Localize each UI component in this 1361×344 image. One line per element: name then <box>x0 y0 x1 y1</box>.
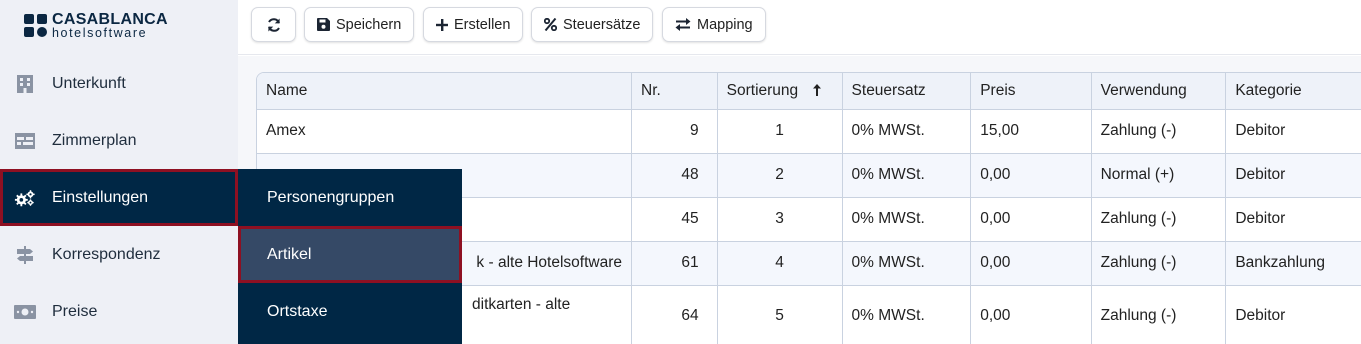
cell-nr: 61 <box>631 241 718 286</box>
save-button[interactable]: Speichern <box>304 7 415 42</box>
cell-price: 0,00 <box>970 197 1092 242</box>
sidebar: CASABLANCA hotelsoftware Unterkunft Zimm… <box>0 0 238 344</box>
sidebar-item-preise[interactable]: Preise <box>0 283 238 340</box>
cell-category: Bankzahlung <box>1225 241 1361 286</box>
floppy-disk-icon <box>317 18 330 31</box>
brand-subtitle: hotelsoftware <box>52 26 148 41</box>
plus-icon <box>436 18 448 31</box>
sidebar-item-label: Preise <box>52 302 98 320</box>
tax-rates-button[interactable]: Steuersätze <box>531 7 654 42</box>
cell-nr: 48 <box>631 153 718 198</box>
table-header-row: Name Nr. Sortierung Steuersatz Preis Ver… <box>257 73 1361 110</box>
column-header-steuersatz[interactable]: Steuersatz <box>842 73 972 110</box>
column-header-preis[interactable]: Preis <box>970 73 1092 110</box>
column-header-label: Sortierung <box>726 81 799 99</box>
cell-price: 0,00 <box>970 241 1092 286</box>
building-icon <box>14 74 36 94</box>
settings-submenu: Personengruppen Artikel Ortstaxe <box>238 169 462 344</box>
cell-usage: Zahlung (-) <box>1091 241 1227 286</box>
sidebar-item-unterkunft[interactable]: Unterkunft <box>0 55 238 112</box>
mapping-button-label: Mapping <box>697 16 753 33</box>
signpost-icon <box>14 245 36 265</box>
sort-ascending-icon <box>813 83 822 96</box>
cell-sort: 3 <box>717 197 843 242</box>
sidebar-item-label: Unterkunft <box>52 74 126 92</box>
logo-squares-icon <box>24 14 47 37</box>
cell-tax: 0% MWSt. <box>842 109 972 154</box>
cell-tax: 0% MWSt. <box>842 197 972 242</box>
save-button-label: Speichern <box>336 16 402 33</box>
submenu-item-ortstaxe[interactable]: Ortstaxe <box>238 283 462 340</box>
table-row[interactable]: Amex 9 1 0% MWSt. 15,00 Zahlung (-) Debi… <box>257 109 1361 154</box>
cell-tax: 0% MWSt. <box>842 153 972 198</box>
submenu-item-artikel[interactable]: Artikel <box>238 226 462 283</box>
sidebar-item-label: Zimmerplan <box>52 131 137 149</box>
sidebar-item-zimmerplan[interactable]: Zimmerplan <box>0 112 238 169</box>
cell-nr: 9 <box>631 109 718 154</box>
cell-tax: 0% MWSt. <box>842 285 972 344</box>
tax-rates-button-label: Steuersätze <box>563 16 641 33</box>
toolbar: Speichern Erstellen Steuersätze Mapping <box>238 0 1361 55</box>
cell-tax: 0% MWSt. <box>842 241 972 286</box>
calendar-grid-icon <box>14 131 36 151</box>
submenu-item-personengruppen[interactable]: Personengruppen <box>238 169 462 226</box>
sidebar-item-einstellungen[interactable]: Einstellungen <box>0 169 238 226</box>
create-button-label: Erstellen <box>454 16 511 33</box>
sidebar-item-label: Korrespondenz <box>52 245 161 263</box>
create-button[interactable]: Erstellen <box>423 7 524 42</box>
column-header-sortierung[interactable]: Sortierung <box>717 73 843 110</box>
percent-icon <box>544 18 557 31</box>
mapping-button[interactable]: Mapping <box>662 7 766 42</box>
submenu-item-label: Personengruppen <box>267 188 395 206</box>
exchange-arrows-icon <box>675 18 691 31</box>
cell-sort: 1 <box>717 109 843 154</box>
cell-price: 0,00 <box>970 153 1092 198</box>
cell-nr: 45 <box>631 197 718 242</box>
column-header-verwendung[interactable]: Verwendung <box>1091 73 1227 110</box>
cell-usage: Zahlung (-) <box>1091 109 1227 154</box>
cell-price: 15,00 <box>970 109 1092 154</box>
sidebar-item-label: Einstellungen <box>52 188 149 206</box>
submenu-item-label: Ortstaxe <box>267 302 328 320</box>
cell-category: Debitor <box>1225 153 1361 198</box>
submenu-item-label: Artikel <box>267 245 312 263</box>
cell-sort: 4 <box>717 241 843 286</box>
brand-logo[interactable]: CASABLANCA hotelsoftware <box>24 10 168 42</box>
sidebar-item-korrespondenz[interactable]: Korrespondenz <box>0 226 238 283</box>
cell-category: Debitor <box>1225 197 1361 242</box>
cell-nr: 64 <box>631 285 718 344</box>
column-header-nr[interactable]: Nr. <box>631 73 718 110</box>
cell-usage: Zahlung (-) <box>1091 285 1227 344</box>
cell-sort: 2 <box>717 153 843 198</box>
cell-category: Debitor <box>1225 285 1361 344</box>
column-header-name[interactable]: Name <box>257 73 633 110</box>
cell-name: Amex <box>257 109 633 154</box>
refresh-icon <box>267 17 280 32</box>
money-bill-icon <box>14 302 36 322</box>
column-header-kategorie[interactable]: Kategorie <box>1225 73 1361 110</box>
cell-price: 0,00 <box>970 285 1092 344</box>
cell-sort: 5 <box>717 285 843 344</box>
cell-category: Debitor <box>1225 109 1361 154</box>
refresh-button[interactable] <box>251 7 296 42</box>
cell-usage: Zahlung (-) <box>1091 197 1227 242</box>
cell-usage: Normal (+) <box>1091 153 1227 198</box>
gears-icon <box>14 188 36 208</box>
